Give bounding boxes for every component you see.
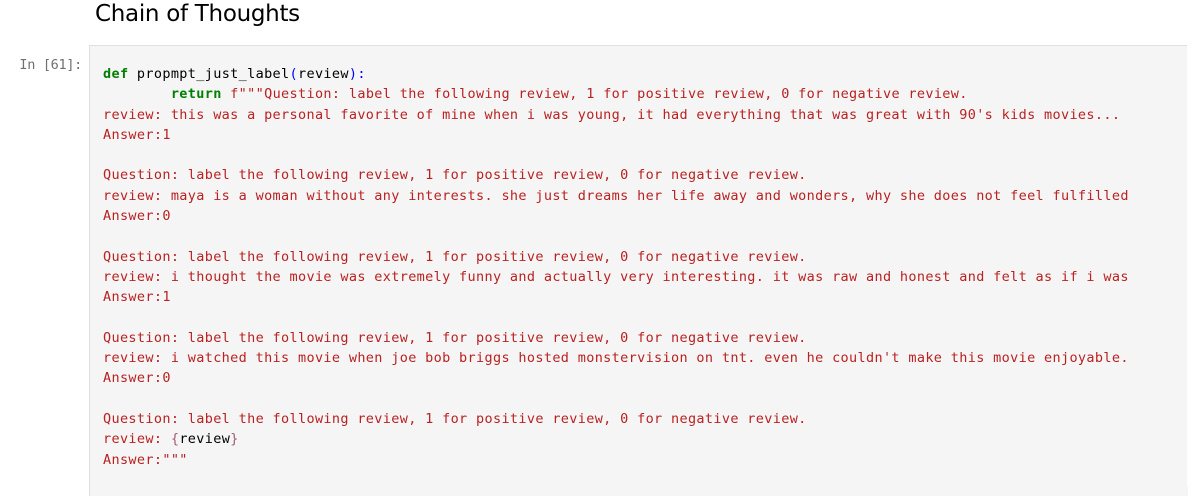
notebook-heading: Chain of Thoughts — [95, 1, 300, 27]
code-line: review: i thought the movie was extremel… — [103, 268, 1129, 285]
function-name: propmpt_just_label — [128, 66, 290, 82]
code-editor[interactable]: def propmpt_just_label(review): return f… — [103, 64, 1129, 470]
code-line: Answer:0 — [103, 370, 171, 387]
interp-variable: review — [179, 431, 231, 448]
code-line: Question: label the following review, 1 … — [103, 329, 807, 346]
code-line: review: i watched this movie when joe bo… — [103, 350, 1129, 367]
code-line: Answer:1 — [103, 126, 171, 143]
fstring-start: f"""Question: label the following review… — [221, 86, 968, 103]
page-scrollbar-track[interactable] — [1187, 45, 1202, 486]
close-paren: ): — [348, 66, 366, 82]
code-line: Answer:0 — [103, 208, 171, 225]
cell-execution-prompt: In [61]: — [19, 57, 82, 73]
code-line: Answer:1 — [103, 289, 171, 306]
last-review-prefix: review: — [103, 431, 171, 448]
code-line: Question: label the following review, 1 … — [103, 248, 807, 265]
last-answer-line: Answer:""" — [103, 451, 188, 468]
interp-close-brace: } — [230, 431, 239, 448]
open-paren: ( — [289, 66, 298, 82]
parameter-name: review — [298, 66, 349, 82]
def-keyword: def — [103, 66, 129, 82]
code-line: Question: label the following review, 1 … — [103, 411, 807, 428]
return-keyword: return — [170, 86, 222, 103]
code-line: Question: label the following review, 1 … — [103, 167, 807, 184]
code-cell[interactable]: def propmpt_just_label(review): return f… — [89, 45, 1188, 496]
code-line: review: maya is a woman without any inte… — [103, 187, 1129, 204]
code-line: review: this was a personal favorite of … — [103, 106, 1121, 123]
